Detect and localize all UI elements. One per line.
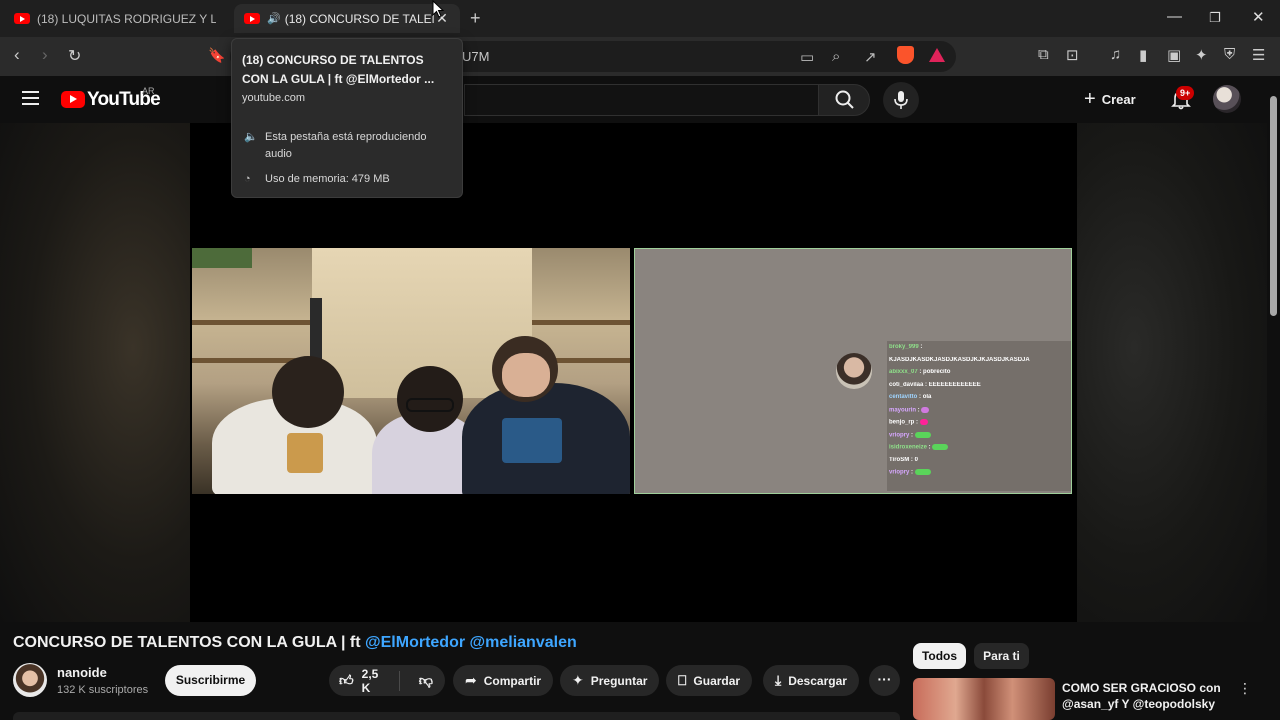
leo-ai-icon[interactable]: ✦ (1195, 46, 1208, 64)
browser-tab-concurso[interactable]: 🔊 (18) CONCURSO DE TALENTOS ✕ (234, 4, 460, 33)
create-label: Crear (1101, 92, 1136, 107)
minimize-icon[interactable]: — (1167, 8, 1182, 25)
thumbs-down-icon: 👎︎ (418, 672, 433, 688)
share-icon[interactable]: ↗ (864, 48, 877, 66)
speaker-icon[interactable]: 🔊 (267, 12, 281, 25)
video-scene-room (192, 248, 630, 494)
tab-title: (18) LUQUITAS RODRIGUEZ Y LA PEOR (37, 11, 216, 26)
country-code: AR (142, 86, 155, 96)
create-button[interactable]: + Crear (1084, 88, 1136, 111)
account-avatar[interactable] (1213, 85, 1241, 113)
youtube-header: YouTube AR + Crear 9+ (0, 76, 1280, 123)
video-title: CONCURSO DE TALENTOS CON LA GULA | ft @E… (13, 634, 577, 651)
memory-gauge-icon: ◔ (244, 173, 251, 185)
subscribe-button[interactable]: Suscribirme (165, 665, 256, 696)
menu-icon[interactable]: ☰ (1252, 46, 1265, 64)
save-button[interactable]: ⎕ Guardar (666, 665, 753, 696)
like-count: 2,5 K (361, 666, 379, 695)
recommendation-thumbnail[interactable] (913, 678, 1055, 720)
brave-shields-icon[interactable] (897, 46, 914, 64)
mouse-cursor-icon (432, 0, 445, 18)
plus-icon: + (1084, 88, 1096, 110)
extensions-icon[interactable]: ⧉ (1038, 46, 1049, 63)
youtube-favicon-icon (14, 13, 30, 24)
brave-rewards-icon[interactable] (929, 48, 945, 62)
tab-title: (18) CONCURSO DE TALENTOS (284, 11, 434, 26)
ambient-glow-left (0, 123, 190, 622)
more-actions-icon[interactable]: ··· (869, 665, 900, 696)
page-scrollbar[interactable] (1267, 76, 1280, 720)
voice-search-button[interactable] (883, 82, 919, 118)
screenshot-icon[interactable]: ⊡ (1066, 46, 1079, 64)
microphone-icon (894, 91, 908, 109)
chip-todos[interactable]: Todos (913, 643, 966, 669)
browser-tab-bar: (18) LUQUITAS RODRIGUEZ Y LA PEOR 🔊 (18)… (0, 0, 1280, 37)
recommendation-title[interactable]: COMO SER GRACIOSO con @asan_yf Y @teopod… (1062, 680, 1237, 712)
like-dislike-group: 👍︎ 2,5 K 👎︎ (329, 665, 445, 696)
thumbs-up-icon: 👍︎ (339, 672, 354, 688)
mention-link[interactable]: @ElMortedor (365, 634, 465, 651)
media-icon[interactable]: ♫ (1110, 46, 1121, 63)
reload-icon[interactable]: ↻ (68, 46, 81, 66)
search-button[interactable] (818, 84, 870, 116)
subscriber-count: 132 K suscriptores (57, 684, 149, 696)
search-icon (835, 90, 854, 109)
search-input[interactable] (464, 84, 818, 116)
hover-card-memory-row: ◔ Uso de memoria: 479 MB (244, 171, 390, 188)
browser-toolbar: ‹ › ↻ 🔖 U7M ▭ ⌕ ↗ ⧉ ⊡ ♫ ▮ ▣ ✦ ⛨ ☰ (0, 37, 1280, 76)
memory-usage-text: Uso de memoria: 479 MB (265, 173, 390, 185)
like-button[interactable]: 👍︎ 2,5 K (329, 667, 400, 695)
window-close-icon[interactable]: ✕ (1252, 8, 1265, 26)
channel-avatar[interactable] (13, 663, 47, 697)
vpn-icon[interactable]: ⛨ (1224, 46, 1235, 63)
audio-status-text: Esta pestaña está reproduciendo audio (265, 131, 427, 160)
hover-card-audio-row: 🔈 Esta pestaña está reproduciendo audio (244, 129, 449, 163)
ambient-glow-right (1077, 123, 1267, 622)
address-url: U7M (462, 49, 490, 64)
recommendation-menu-icon[interactable]: ⋮ (1238, 680, 1252, 697)
video-scene-stream: broky_999 : KJASDJKASDKJASDJKASDJKJKJASD… (634, 248, 1072, 494)
wallet-icon[interactable]: ▣ (1167, 46, 1181, 64)
save-bookmark-icon: ⎕ (678, 672, 687, 688)
forward-icon[interactable]: › (42, 45, 48, 65)
live-chat-overlay: broky_999 : KJASDJKASDKJASDJKASDJKJKJASD… (887, 341, 1071, 491)
bookmark-icon[interactable]: 🔖 (208, 47, 225, 64)
streamer-avatar (836, 353, 872, 389)
share-arrow-icon: ➦ (465, 672, 477, 688)
scrollbar-thumb[interactable] (1270, 96, 1277, 316)
mention-link[interactable]: @melianvalen (470, 634, 577, 651)
new-tab-icon[interactable]: + (470, 8, 481, 29)
hover-card-domain: youtube.com (242, 92, 305, 104)
back-icon[interactable]: ‹ (14, 45, 20, 65)
youtube-favicon-icon (244, 13, 260, 24)
dislike-button[interactable]: 👎︎ (407, 672, 445, 689)
share-button[interactable]: ➦ Compartir (453, 665, 554, 696)
hover-card-title: (18) CONCURSO DE TALENTOS CON LA GULA | … (242, 53, 435, 86)
download-button[interactable]: ⤓ Descargar (763, 665, 859, 696)
tab-hover-card: (18) CONCURSO DE TALENTOS CON LA GULA | … (231, 38, 463, 198)
browser-tab-luquitas[interactable]: (18) LUQUITAS RODRIGUEZ Y LA PEOR (4, 4, 226, 33)
sidebar-icon[interactable]: ▮ (1139, 46, 1147, 64)
channel-name[interactable]: nanoide (57, 665, 107, 680)
chip-para-ti[interactable]: Para ti (974, 643, 1029, 669)
hamburger-menu-icon[interactable] (22, 91, 39, 105)
ask-button[interactable]: ✦ Preguntar (560, 665, 660, 696)
notification-badge: 9+ (1176, 86, 1195, 100)
zoom-icon[interactable]: ⌕ (832, 48, 840, 65)
cast-icon[interactable]: ▭ (800, 48, 814, 66)
speaker-icon: 🔈 (244, 131, 258, 143)
download-icon: ⤓ (775, 672, 782, 688)
youtube-logo-icon[interactable] (61, 91, 85, 108)
sparkle-icon: ✦ (572, 672, 584, 688)
description-box-edge (13, 712, 900, 720)
restore-icon[interactable]: ❐ (1209, 10, 1221, 26)
